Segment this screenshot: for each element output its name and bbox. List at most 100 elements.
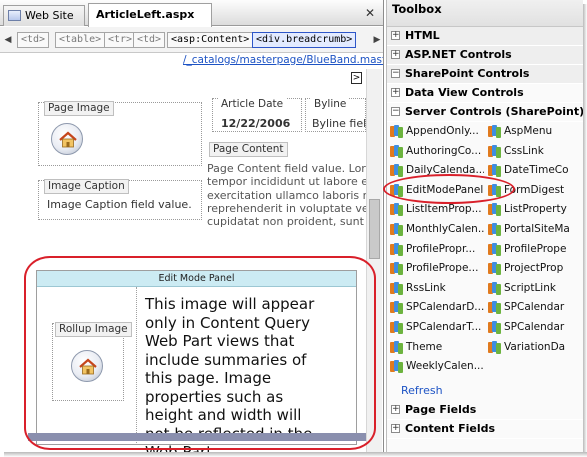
- expand-icon[interactable]: +: [391, 424, 400, 433]
- tab-web-site-label: Web Site: [25, 9, 74, 22]
- control-icon: [390, 360, 403, 374]
- expand-icon[interactable]: +: [391, 88, 400, 97]
- subcategory-data-view-controls[interactable]: + Data View Controls: [387, 84, 583, 103]
- server-controls-grid: AppendOnly... AspMenu AuthoringCo... CssLin…: [387, 122, 583, 382]
- toolbox-item[interactable]: RssLink: [387, 279, 484, 298]
- control-icon: [488, 281, 501, 295]
- toolbox-item-label: DateTimeCo: [504, 164, 569, 177]
- toolbox-item[interactable]: MonthlyCalen...: [387, 220, 484, 239]
- category-sharepoint-controls[interactable]: − SharePoint Controls: [387, 65, 583, 84]
- control-icon: [488, 262, 501, 276]
- toolbox-item-label: ProfilePrope: [504, 242, 567, 255]
- control-icon: [488, 223, 501, 236]
- control-icon: [488, 125, 501, 138]
- toolbox-item-label: ProjectProp: [504, 262, 564, 275]
- category-content-fields-label: Content Fields: [405, 422, 496, 435]
- toolbox-item[interactable]: SPCalendar: [485, 318, 582, 337]
- category-page-fields-label: Page Fields: [405, 403, 477, 416]
- page-image-field[interactable]: Page Image: [38, 101, 202, 166]
- image-caption-field[interactable]: Image Caption Image Caption field value.: [38, 179, 202, 220]
- refresh-link[interactable]: Refresh: [387, 382, 583, 401]
- breadcrumb-div-breadcrumb[interactable]: <div.breadcrumb>: [252, 32, 357, 48]
- toolbox-item[interactable]: SPCalendar: [485, 298, 582, 317]
- category-aspnet-controls[interactable]: + ASP.NET Controls: [387, 46, 583, 65]
- toolbox-item[interactable]: SPCalendarD...: [387, 298, 484, 317]
- toolbox-item-label: Theme: [406, 340, 443, 353]
- subcategory-server-controls[interactable]: − Server Controls (SharePoint): [387, 103, 583, 122]
- toolbox-item-label: SPCalendar: [504, 321, 565, 333]
- scrollbar-thumb[interactable]: [369, 199, 380, 259]
- master-page-link[interactable]: /_catalogs/masterpage/BlueBand.master: [0, 53, 383, 69]
- control-icon: [488, 242, 501, 256]
- article-date-label: Article Date: [218, 98, 287, 111]
- toolbox-item[interactable]: ListProperty: [485, 200, 582, 219]
- toolbox-item-label: SPCalendarT...: [406, 321, 482, 333]
- breadcrumb-table[interactable]: <table>: [55, 32, 106, 48]
- image-caption-label: Image Caption: [44, 179, 129, 194]
- byline-label: Byline: [311, 98, 350, 111]
- toolbox-item[interactable]: AspMenu: [485, 122, 582, 141]
- toolbox-item-label: AspMenu: [504, 125, 553, 137]
- category-html[interactable]: + HTML: [387, 27, 583, 46]
- toolbox-item-label: ScriptLink: [504, 281, 556, 294]
- category-page-fields[interactable]: + Page Fields: [387, 401, 583, 420]
- control-icon: [390, 223, 403, 236]
- control-icon: [390, 242, 403, 256]
- breadcrumb-td[interactable]: <td>: [17, 32, 50, 48]
- control-icon: [488, 203, 501, 217]
- toolbox-item[interactable]: SPCalendarT...: [387, 318, 484, 337]
- window-shadow-bottom: [4, 452, 587, 457]
- toolbox-item[interactable]: DateTimeCo: [485, 161, 582, 180]
- expand-icon[interactable]: +: [391, 31, 400, 40]
- expand-icon[interactable]: +: [391, 50, 400, 59]
- scroll-right-icon[interactable]: ▶: [372, 33, 382, 47]
- category-content-fields[interactable]: + Content Fields: [387, 420, 583, 439]
- article-date-value: 12/22/2006: [221, 117, 291, 130]
- toolbox-item-label: SPCalendar: [504, 301, 565, 314]
- toolbox-item[interactable]: ProfilePropr...: [387, 240, 484, 259]
- toolbox-item[interactable]: VariationDa: [485, 338, 582, 357]
- control-icon: [390, 301, 403, 315]
- control-icon: [488, 321, 501, 334]
- breadcrumb-tr[interactable]: <tr>: [104, 32, 137, 48]
- control-icon: [390, 340, 403, 354]
- toolbox-item[interactable]: ProfilePrope...: [387, 259, 484, 278]
- toolbox-item[interactable]: CssLink: [485, 142, 582, 161]
- scroll-left-icon[interactable]: ◀: [3, 33, 13, 47]
- toolbox-item-label: AuthoringCo...: [406, 144, 482, 157]
- page-content-line: reprehenderit in voluptate ve: [207, 201, 366, 215]
- toolbox-item[interactable]: ScriptLink: [485, 279, 582, 298]
- highlight-ring-editmodepanel-tool: [383, 174, 515, 204]
- byline-field[interactable]: Byline Byline field: [305, 98, 366, 132]
- toolbox-item[interactable]: AuthoringCo...: [387, 142, 484, 161]
- toolbox-item-label: CssLink: [504, 144, 544, 157]
- control-icon: [390, 125, 403, 138]
- breadcrumb-td-2[interactable]: <td>: [133, 32, 166, 48]
- website-icon: [8, 10, 21, 21]
- tab-article-left-label: ArticleLeft.aspx: [96, 8, 195, 21]
- toolbox-item[interactable]: WeeklyCalen...: [387, 357, 484, 376]
- toolbox-item-label: VariationDa: [504, 340, 566, 353]
- category-aspnet-label: ASP.NET Controls: [405, 48, 512, 61]
- tab-article-left[interactable]: ArticleLeft.aspx: [88, 3, 212, 27]
- collapse-icon[interactable]: −: [391, 107, 400, 116]
- article-date-field[interactable]: Article Date 12/22/2006: [212, 98, 302, 132]
- control-icon: [390, 144, 403, 158]
- tab-web-site[interactable]: Web Site: [3, 5, 85, 26]
- subcategory-server-label: Server Controls (SharePoint): [405, 105, 583, 118]
- toolbox-item[interactable]: ProjectProp: [485, 259, 582, 278]
- page-content-field[interactable]: Page Content field value. Lor tempor inc…: [207, 162, 366, 258]
- toolbox-item-label: ListItemProp...: [406, 203, 482, 216]
- breadcrumb-asp-content[interactable]: <asp:Content>: [167, 32, 254, 48]
- toolbox-item[interactable]: Theme: [387, 338, 484, 357]
- control-icon: [488, 301, 501, 315]
- toolbox-item[interactable]: PortalSiteMa: [485, 220, 582, 239]
- toolbox-item-label: ProfilePrope...: [406, 262, 479, 275]
- toolbox-item[interactable]: ProfilePrope: [485, 240, 582, 259]
- expand-icon[interactable]: +: [391, 405, 400, 414]
- collapse-icon[interactable]: −: [391, 69, 400, 78]
- control-icon: [488, 144, 501, 158]
- close-icon[interactable]: ✕: [363, 6, 377, 20]
- toolbox-item[interactable]: AppendOnly...: [387, 122, 484, 141]
- toolbox-item-label: WeeklyCalen...: [406, 360, 484, 373]
